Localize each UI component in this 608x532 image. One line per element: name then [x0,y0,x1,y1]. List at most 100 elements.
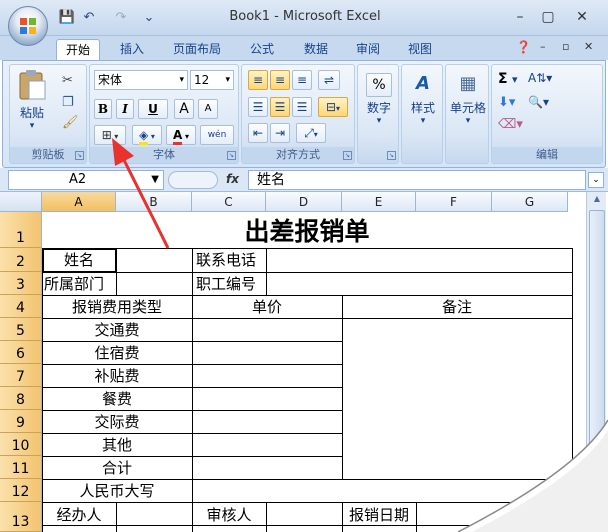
cell-a3[interactable]: 所属部门 [44,274,116,294]
expense-item[interactable]: 合计 [42,458,192,478]
font-color-button[interactable]: A ▾ [166,125,196,145]
copy-icon[interactable]: ❐ [62,95,74,110]
paste-icon [19,70,46,100]
cell-c3[interactable]: 职工编号 [196,274,266,294]
merge-center-button[interactable]: ⊟▾ [318,97,348,117]
column-header-a[interactable]: A [42,192,116,212]
font-size-combo[interactable]: 12 ▾ [190,70,234,90]
redo-icon[interactable]: ↷ [112,10,130,26]
alignment-group-label: 对齐方式 [242,147,354,163]
grow-font-button[interactable]: A [174,99,194,119]
font-name-combo[interactable]: 宋体 ▾ [94,70,188,90]
row-header[interactable]: 10 [0,433,42,456]
bold-button[interactable]: B [94,99,112,119]
undo-icon[interactable]: ↶ [80,10,98,26]
border-line [116,502,117,532]
tab-insert[interactable]: 插入 [110,39,154,60]
orientation-button[interactable]: ⤢▾ [296,123,326,143]
font-name-value: 宋体 [98,73,123,87]
row-header[interactable]: 7 [0,364,42,387]
row-header[interactable]: 3 [0,272,42,295]
italic-button[interactable]: I [116,99,134,119]
border-button[interactable]: ⊞ ▾ [94,125,126,145]
font-launcher-icon[interactable]: ↘ [227,151,236,160]
tab-review[interactable]: 审阅 [346,39,390,60]
merge-center-icon: ⊟ [325,100,337,114]
expense-item[interactable]: 住宿费 [42,343,192,363]
save-icon[interactable]: 💾 [58,10,76,26]
expense-type-header[interactable]: 报销费用类型 [42,297,192,317]
align-center-button[interactable]: ☰ [270,97,290,117]
column-header-e[interactable]: E [342,192,416,212]
font-group: 宋体 ▾ 12 ▾ B I U A A ⊞ ▾ ◈ ▾ A ▾ wén 字体 ↘ [89,64,239,164]
phonetic-button[interactable]: wén [200,125,234,145]
border-line [266,248,267,295]
expense-item[interactable]: 补贴费 [42,366,192,386]
cell-reviewer-label[interactable]: 审核人 [192,505,266,525]
expense-item[interactable]: 其他 [42,435,192,455]
row-header[interactable]: 8 [0,387,42,410]
paste-button[interactable]: 粘贴 ▾ [14,69,50,139]
expense-item[interactable]: 交通费 [42,320,192,340]
clipboard-launcher-icon[interactable]: ↘ [75,151,84,160]
number-format-button[interactable]: % 数字 ▾ [360,69,398,143]
cell-rmb-label[interactable]: 人民币大写 [42,481,192,501]
align-right-button[interactable]: ☰ [292,97,312,117]
number-label: 数字 [366,101,391,115]
column-header-b[interactable]: B [116,192,192,212]
align-top-button[interactable]: ≡ [248,70,268,90]
align-left-button[interactable]: ☰ [248,97,268,117]
tab-view[interactable]: 视图 [398,39,442,60]
column-header-c[interactable]: C [192,192,266,212]
number-launcher-icon[interactable]: ↘ [387,151,396,160]
fill-color-button[interactable]: ◈ ▾ [132,125,162,145]
styles-button[interactable]: A 样式 ▾ [404,69,442,143]
increase-indent-button[interactable]: ⇥ [270,123,290,143]
row-header[interactable]: 1 [0,212,42,248]
unit-price-header[interactable]: 单价 [192,297,342,317]
name-box[interactable]: A2 ▼ [8,170,164,190]
decrease-indent-button[interactable]: ⇤ [248,123,268,143]
paste-label: 粘贴 [19,106,44,120]
cut-icon[interactable]: ✂ [62,73,73,88]
qat-customize-icon[interactable]: ⌄ [140,10,158,26]
tab-formulas[interactable]: 公式 [240,39,284,60]
align-bottom-button[interactable]: ≡ [292,70,312,90]
shrink-font-button[interactable]: A [198,99,218,119]
cell-c2[interactable]: 联系电话 [196,250,266,270]
office-logo-icon [20,18,36,34]
column-header-d[interactable]: D [266,192,342,212]
align-middle-icon: ≡ [274,73,286,87]
row-header[interactable]: 4 [0,295,42,318]
row-header[interactable]: 2 [0,248,42,272]
cell-date-label[interactable]: 报销日期 [342,505,416,525]
border-line [266,502,267,532]
row-header[interactable]: 12 [0,479,42,502]
underline-button[interactable]: U [138,99,168,119]
tab-home[interactable]: 开始 [56,39,100,60]
expense-item[interactable]: 餐费 [42,389,192,409]
row-header[interactable]: 5 [0,318,42,341]
office-button[interactable] [8,6,48,46]
fill-color-icon: ◈ [139,128,149,145]
cell-a2[interactable]: 姓名 [42,250,116,270]
border-line [192,248,193,532]
row-header[interactable]: 13 [0,502,42,532]
align-middle-button[interactable]: ≡ [270,70,290,90]
tab-page-layout[interactable]: 页面布局 [164,39,230,60]
styles-group: A 样式 ▾ [401,64,443,164]
formula-bar-splitter[interactable] [168,171,218,189]
cell-handler-label[interactable]: 经办人 [42,505,116,525]
expense-item[interactable]: 交际费 [42,412,192,432]
alignment-launcher-icon[interactable]: ↘ [343,151,352,160]
row-header[interactable]: 6 [0,341,42,364]
increase-indent-icon: ⇥ [274,126,286,140]
format-painter-icon[interactable]: 🖌 [62,115,79,130]
wrap-text-button[interactable]: ⇌ [318,70,340,90]
insert-function-icon[interactable]: fx [226,172,239,186]
row-header[interactable]: 9 [0,410,42,433]
border-icon: ⊞ [101,128,112,142]
row-header[interactable]: 11 [0,456,42,479]
tab-data[interactable]: 数据 [294,39,338,60]
select-all-corner[interactable] [0,192,42,212]
